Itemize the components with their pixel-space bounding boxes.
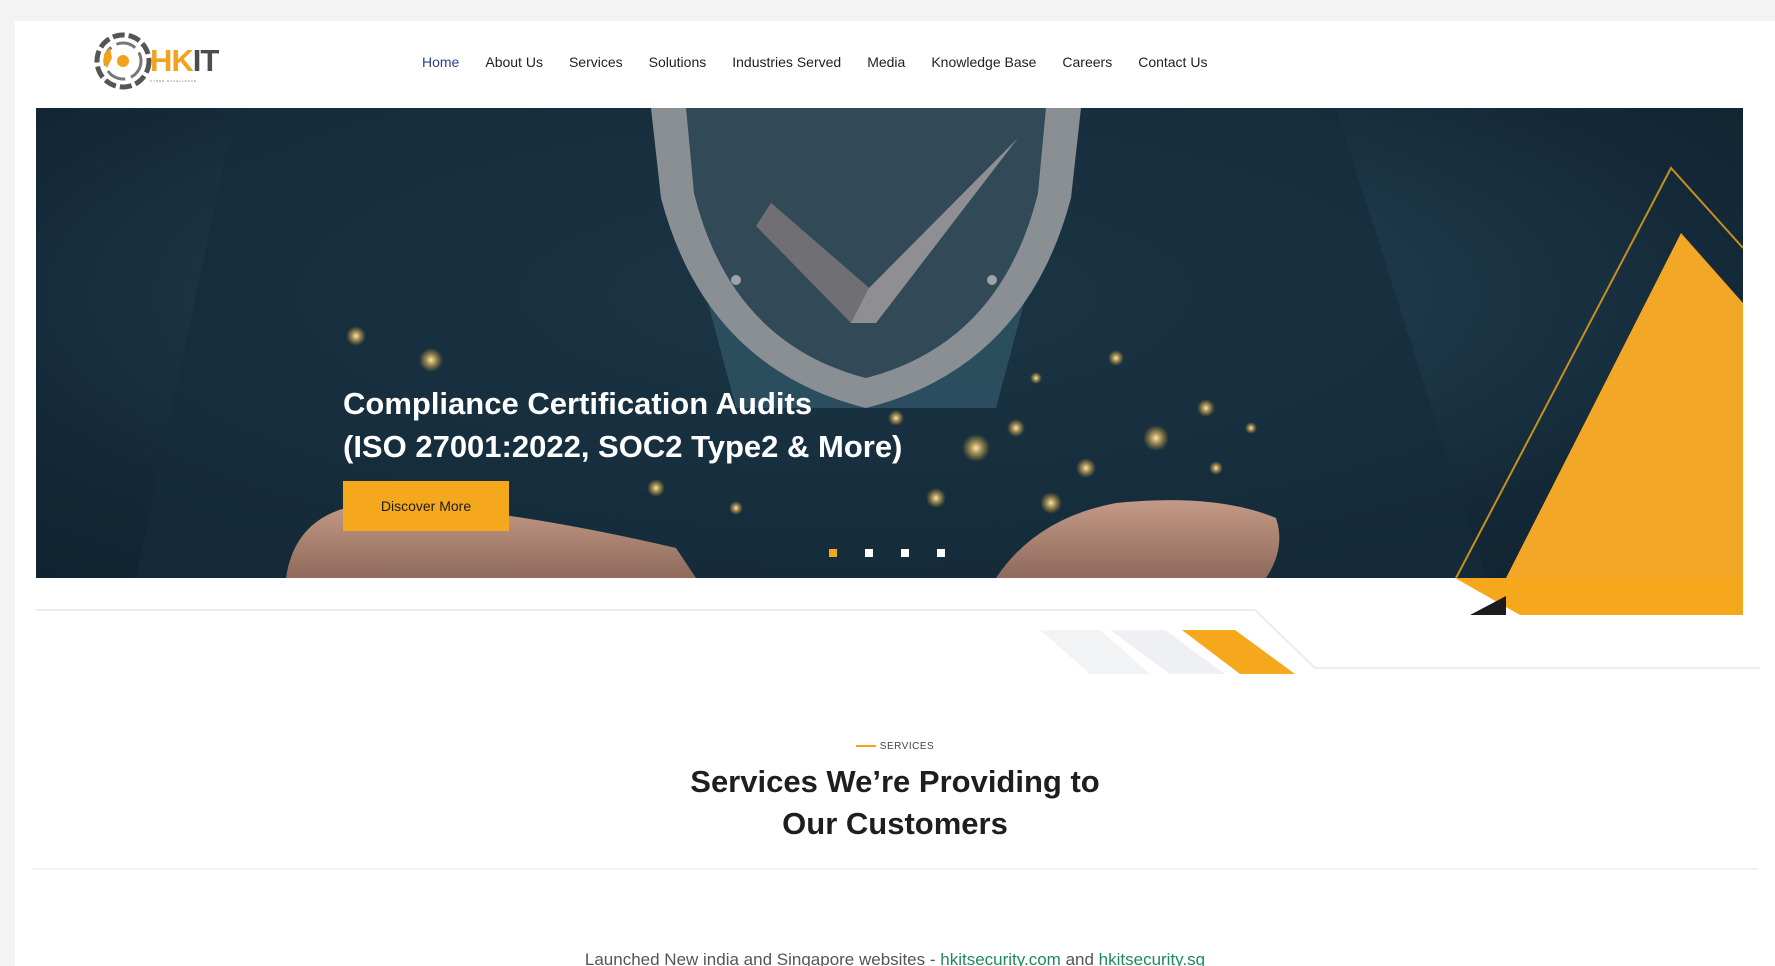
hero-background-image bbox=[136, 108, 1743, 578]
nav-industries-served[interactable]: Industries Served bbox=[719, 54, 854, 70]
discover-more-button[interactable]: Discover More bbox=[343, 481, 509, 531]
nav-services[interactable]: Services bbox=[556, 54, 636, 70]
logo-tagline: CYBER EXCELLENCE bbox=[150, 79, 198, 83]
slider-dot-4[interactable] bbox=[937, 549, 945, 557]
main-nav: Home About Us Services Solutions Industr… bbox=[409, 54, 1220, 70]
hero-divider-decoration bbox=[36, 578, 1760, 674]
services-title: Services We’re Providing to Our Customer… bbox=[690, 764, 1100, 841]
nav-media[interactable]: Media bbox=[854, 54, 918, 70]
logo-gear-icon bbox=[94, 32, 152, 90]
nav-home[interactable]: Home bbox=[409, 54, 472, 70]
nav-solutions[interactable]: Solutions bbox=[636, 54, 720, 70]
nav-contact-us[interactable]: Contact Us bbox=[1125, 54, 1220, 70]
news-ticker: Launched New india and Singapore website… bbox=[15, 950, 1775, 966]
hero-slider: Compliance Certification Audits (ISO 270… bbox=[36, 108, 1743, 578]
link-hkitsecurity-com[interactable]: hkitsecurity.com bbox=[940, 950, 1061, 966]
hkit-logo[interactable]: HKIT CYBER EXCELLENCE bbox=[90, 25, 250, 97]
nav-about-us[interactable]: About Us bbox=[472, 54, 556, 70]
slider-dot-2[interactable] bbox=[865, 549, 873, 557]
link-hkitsecurity-sg[interactable]: hkitsecurity.sg bbox=[1099, 950, 1205, 966]
section-divider bbox=[33, 868, 1758, 870]
services-eyebrow: SERVICES bbox=[15, 741, 1775, 752]
slider-pagination bbox=[829, 549, 945, 557]
slider-dot-3[interactable] bbox=[901, 549, 909, 557]
eyebrow-line-icon bbox=[855, 745, 876, 748]
logo-wordmark: HKIT bbox=[150, 43, 219, 78]
nav-careers[interactable]: Careers bbox=[1049, 54, 1125, 70]
hero-title: Compliance Certification Audits (ISO 270… bbox=[343, 386, 903, 464]
slider-dot-1[interactable] bbox=[829, 549, 837, 557]
nav-knowledge-base[interactable]: Knowledge Base bbox=[918, 54, 1049, 70]
page: HKIT CYBER EXCELLENCE Home About Us Serv… bbox=[15, 21, 1775, 966]
